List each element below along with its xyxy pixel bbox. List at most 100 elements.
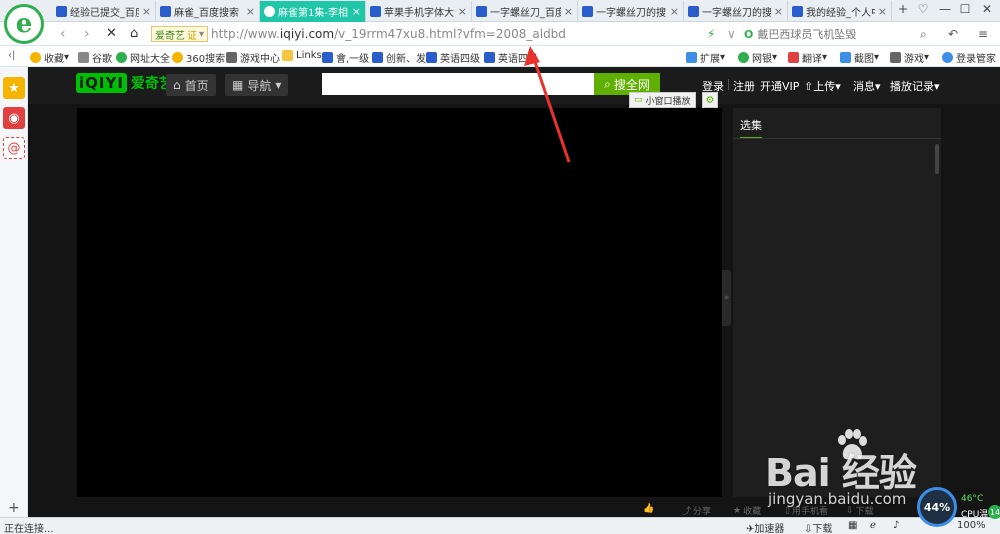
collapse-panel-button[interactable]: » bbox=[722, 270, 731, 326]
share-icon: ⤴ bbox=[682, 507, 692, 517]
browser-tab[interactable]: 我的经验_个人中 × bbox=[788, 1, 892, 22]
mini-window-button[interactable]: ▭ 小窗口播放 bbox=[629, 92, 696, 108]
speaker-icon[interactable]: ♪ bbox=[893, 520, 899, 531]
back-icon[interactable]: ‹ bbox=[60, 26, 66, 42]
grid-icon[interactable]: ▦ bbox=[848, 520, 857, 531]
extensions-button[interactable]: 扩展 ▾ bbox=[686, 50, 725, 65]
browser-tab-active[interactable]: 麻雀第1集-李相 × bbox=[260, 1, 366, 22]
close-tab-icon[interactable]: × bbox=[564, 5, 573, 18]
bookmark-toggle-icon[interactable]: ‹| bbox=[8, 50, 15, 61]
browser-tab[interactable]: 麻雀_百度搜索 × bbox=[156, 1, 260, 22]
translate-button[interactable]: 翻译 ▾ bbox=[788, 50, 827, 65]
close-tab-icon[interactable]: × bbox=[142, 5, 151, 18]
bookmark-item[interactable]: 创新、发 bbox=[372, 50, 426, 65]
accelerator-button[interactable]: ✈加速器 bbox=[746, 520, 784, 534]
site-search-input[interactable] bbox=[322, 73, 594, 95]
like-icon[interactable]: 👍 bbox=[643, 504, 654, 514]
close-tab-icon[interactable]: × bbox=[774, 5, 783, 18]
close-tab-icon[interactable]: × bbox=[246, 5, 255, 18]
baidu-paw-icon bbox=[688, 6, 699, 17]
search-icon: ⌕ bbox=[604, 76, 611, 91]
extensions-icon bbox=[686, 52, 697, 63]
browser-tab[interactable]: 一字螺丝刀的搜 × bbox=[578, 1, 684, 22]
baidu-paw-icon bbox=[476, 6, 487, 17]
menu-icon[interactable]: ≡ bbox=[978, 27, 988, 41]
episodes-panel: 选集 bbox=[733, 108, 941, 497]
cpu-usage-widget[interactable]: 44% bbox=[917, 487, 957, 527]
register-link[interactable]: 注册 bbox=[733, 78, 755, 94]
page-icon bbox=[78, 52, 89, 63]
bookmark-item[interactable]: 收藏 ▾ bbox=[30, 50, 69, 65]
close-tab-icon[interactable]: × bbox=[878, 5, 887, 18]
divider bbox=[728, 79, 729, 90]
settings-gear-icon[interactable]: ⚙ bbox=[702, 92, 718, 108]
stop-icon[interactable]: ✕ bbox=[106, 26, 117, 41]
forward-icon[interactable]: › bbox=[84, 26, 90, 42]
navigation-button[interactable]: ▦ 导航 ▾ bbox=[225, 74, 289, 96]
status-text: 正在连接... bbox=[4, 524, 54, 534]
bookmark-item[interactable]: 英语四级 bbox=[426, 50, 480, 65]
favorites-star-icon[interactable]: ★ bbox=[3, 77, 25, 99]
history-menu[interactable]: 播放记录▾ bbox=[890, 78, 940, 94]
skin-button[interactable]: ♡ bbox=[914, 2, 932, 16]
url-field[interactable]: http://www.iqiyi.com/v_19rrm47xu8.html?v… bbox=[211, 27, 566, 41]
bookmark-folder[interactable]: Links bbox=[282, 50, 322, 61]
mobile-watch-button[interactable]: ▯ 用手机看 bbox=[785, 504, 828, 518]
close-window-button[interactable]: ✕ bbox=[978, 2, 996, 16]
bookmark-item[interactable]: 英语四级 bbox=[484, 50, 538, 65]
vip-link[interactable]: 开通VIP bbox=[760, 78, 799, 94]
zoom-level[interactable]: 100% bbox=[957, 520, 986, 531]
bookmark-item[interactable]: 谷歌 bbox=[78, 50, 112, 65]
messages-menu[interactable]: 消息▾ bbox=[853, 78, 881, 94]
cpu-temperature: 46°C bbox=[961, 494, 984, 504]
gamepad-icon bbox=[890, 52, 901, 63]
baidu-paw-icon bbox=[582, 6, 593, 17]
home-button[interactable]: ⌂ 首页 bbox=[166, 74, 216, 96]
bookmark-item[interactable]: 360搜索 bbox=[172, 50, 225, 65]
netbank-button[interactable]: 网银 ▾ bbox=[738, 50, 777, 65]
share-button[interactable]: ⤴ 分享 bbox=[682, 504, 711, 517]
bookmark-item[interactable]: 网址大全 bbox=[116, 50, 170, 65]
cpu-label: CPU温 bbox=[961, 510, 989, 520]
screenshot-button[interactable]: 截图 ▾ bbox=[840, 50, 879, 65]
site-certificate[interactable]: 爱奇艺 证 ▾ bbox=[151, 26, 209, 42]
browser-tab[interactable]: 苹果手机字体大 × bbox=[366, 1, 472, 22]
downloads-button[interactable]: ⇩下载 bbox=[804, 520, 832, 534]
email-icon[interactable]: @ bbox=[3, 137, 25, 159]
left-sidebar: ★ ◉ @ bbox=[0, 67, 28, 517]
iqiyi-logo[interactable]: iQIYI 爱奇艺 bbox=[76, 73, 173, 93]
dropdown-icon[interactable]: ∨ bbox=[727, 27, 736, 41]
undo-icon[interactable]: ↶ bbox=[948, 27, 958, 41]
search-icon[interactable]: ⌕ bbox=[920, 27, 927, 42]
baidu-paw-icon bbox=[792, 6, 803, 17]
minimize-button[interactable]: — bbox=[936, 2, 954, 16]
site-icon bbox=[116, 52, 127, 63]
games-button[interactable]: 游戏 ▾ bbox=[890, 50, 929, 65]
weibo-icon[interactable]: ◉ bbox=[3, 107, 25, 129]
video-player[interactable] bbox=[77, 108, 722, 497]
upload-icon: ⇧ bbox=[804, 80, 814, 93]
scrollbar[interactable] bbox=[935, 144, 939, 174]
close-tab-icon[interactable]: × bbox=[458, 5, 467, 18]
close-tab-icon[interactable]: × bbox=[352, 5, 361, 18]
close-tab-icon[interactable]: × bbox=[670, 5, 679, 18]
maximize-button[interactable]: ☐ bbox=[956, 2, 974, 16]
browser-tab[interactable]: 经验已提交_百度 × bbox=[52, 1, 156, 22]
lightning-icon[interactable]: ⚡ bbox=[707, 27, 715, 41]
browser-tab[interactable]: 一字螺丝刀的搜 × bbox=[684, 1, 788, 22]
search-input[interactable]: O 戴巴西球员飞机坠毁 bbox=[744, 25, 934, 43]
tab-strip: 经验已提交_百度 × 麻雀_百度搜索 × 麻雀第1集-李相 × 苹果手机字体大 … bbox=[0, 0, 1000, 22]
download-button[interactable]: ⇩ 下载 bbox=[846, 504, 874, 518]
tab-episodes[interactable]: 选集 bbox=[740, 117, 762, 139]
upload-menu[interactable]: ⇧上传▾ bbox=[804, 78, 841, 94]
add-sidebar-button[interactable]: + bbox=[8, 500, 20, 516]
browser-tab[interactable]: 一字螺丝刀_百度 × bbox=[472, 1, 578, 22]
new-tab-button[interactable]: + bbox=[894, 2, 912, 16]
browser-logo[interactable]: e bbox=[4, 4, 44, 44]
bookmark-item[interactable]: 會,一级 bbox=[322, 50, 369, 65]
home-icon[interactable]: ⌂ bbox=[130, 26, 138, 41]
login-manager-button[interactable]: 登录管家 bbox=[942, 50, 996, 65]
bookmark-item[interactable]: 游戏中心 bbox=[226, 50, 280, 65]
favorite-button[interactable]: ★ 收藏 bbox=[733, 504, 761, 518]
ie-icon[interactable]: ℯ bbox=[870, 520, 876, 531]
